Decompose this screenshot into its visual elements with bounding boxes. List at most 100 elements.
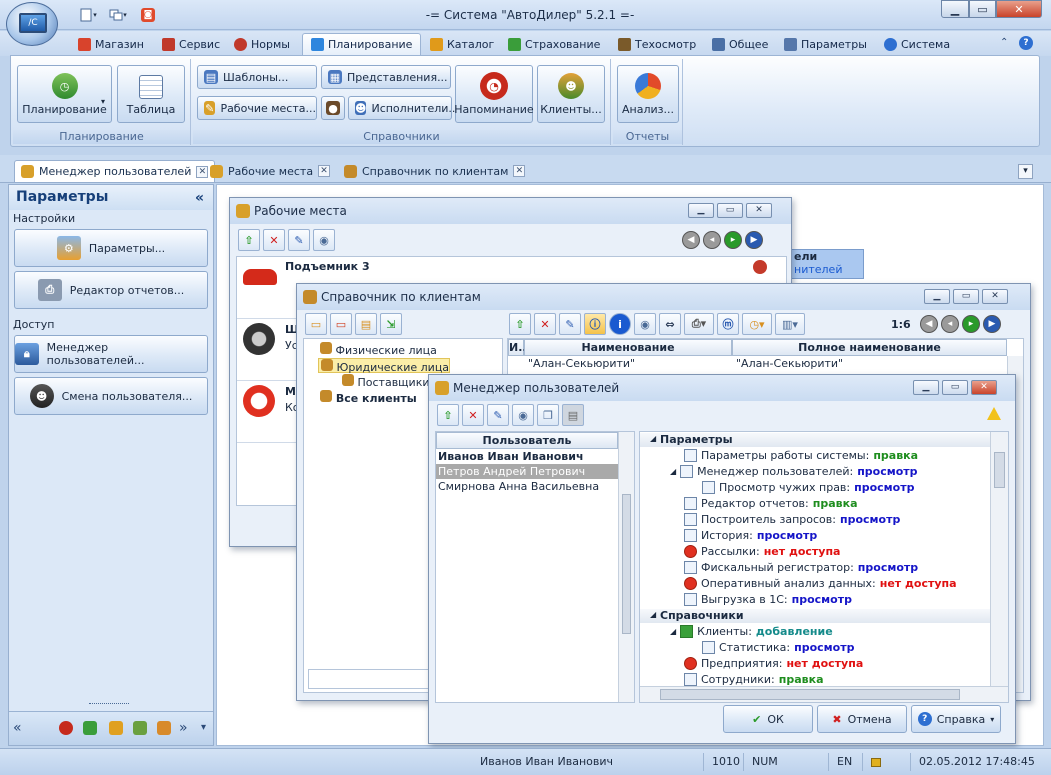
user-row-selected[interactable]: Петров Андрей Петрович bbox=[436, 464, 618, 479]
last-record-icon[interactable]: ▶ bbox=[745, 231, 763, 249]
scroll-right-icon[interactable]: » bbox=[179, 720, 188, 736]
close-window-button[interactable]: ✕ bbox=[746, 203, 772, 218]
perm-item[interactable]: Фискальный регистратор: просмотр bbox=[684, 561, 918, 574]
window-clients-titlebar[interactable]: Справочник по клиентам bbox=[297, 284, 1030, 310]
perm-item[interactable]: Предприятия: нет доступа bbox=[684, 657, 863, 670]
perm-vertical-scrollbar[interactable] bbox=[990, 432, 1008, 686]
help-button[interactable]: ? Справка ▾ bbox=[911, 705, 1001, 733]
perm-item[interactable]: Параметры работы системы: правка bbox=[684, 449, 918, 462]
sidebar-change-user-button[interactable]: ☻ Смена пользователя... bbox=[14, 377, 208, 415]
tab-shop[interactable]: Магазин bbox=[74, 33, 148, 55]
close-window-button[interactable]: ✕ bbox=[971, 380, 997, 395]
clients-small-icon[interactable] bbox=[157, 721, 171, 735]
person-button[interactable]: ● bbox=[321, 96, 345, 120]
sidebar-report-editor-button[interactable]: ⎙ Редактор отчетов... bbox=[14, 271, 208, 309]
scroll-left-icon[interactable]: « bbox=[13, 720, 22, 736]
doc-tab-workplaces[interactable]: Рабочие места ✕ bbox=[204, 160, 336, 182]
expand-icon[interactable]: ◢ bbox=[650, 434, 656, 443]
view-icon[interactable]: ◉ bbox=[512, 404, 534, 426]
paste-icon[interactable]: ▤ bbox=[562, 404, 584, 426]
perm-section-refs[interactable]: Справочники bbox=[640, 609, 990, 623]
perm-item[interactable]: Выгрузка в 1С: просмотр bbox=[684, 593, 852, 606]
expand-icon[interactable]: ◢ bbox=[650, 610, 656, 619]
tab-catalog[interactable]: Каталог bbox=[426, 33, 498, 55]
windows-icon[interactable]: ▾ bbox=[108, 7, 128, 23]
perm-item[interactable]: Сотрудники: правка bbox=[684, 673, 824, 686]
tab-insurance[interactable]: Страхование bbox=[504, 33, 604, 55]
next-record-icon[interactable]: ▸ bbox=[724, 231, 742, 249]
user-row[interactable]: Смирнова Анна Васильевна bbox=[436, 479, 618, 494]
perm-item[interactable]: ◢ Менеджер пользователей: просмотр bbox=[670, 465, 918, 478]
edit-icon[interactable]: ✎ bbox=[288, 229, 310, 251]
delete-icon[interactable]: ✕ bbox=[534, 313, 556, 335]
perm-item[interactable]: Рассылки: нет доступа bbox=[684, 545, 840, 558]
first-record-icon[interactable]: ◀ bbox=[682, 231, 700, 249]
reminder-small-icon[interactable] bbox=[59, 721, 73, 735]
view-icon[interactable]: ◉ bbox=[313, 229, 335, 251]
next-record-icon[interactable]: ▸ bbox=[962, 315, 980, 333]
minimize-window-button[interactable]: ▁ bbox=[688, 203, 714, 218]
column-header-fullname[interactable]: Полное наименование bbox=[732, 339, 1007, 356]
analysis-button[interactable]: Анализ... bbox=[617, 65, 679, 123]
find-icon[interactable]: ⓜ bbox=[717, 313, 739, 335]
executors-button[interactable]: ☻ Исполнители... bbox=[348, 96, 459, 120]
user-row[interactable]: Иванов Иван Иванович bbox=[436, 449, 618, 464]
column-header-name[interactable]: Наименование bbox=[524, 339, 732, 356]
maximize-window-button[interactable]: ▭ bbox=[953, 289, 979, 304]
tabs-dropdown-icon[interactable]: ▾ bbox=[1018, 164, 1033, 179]
add-user-icon[interactable]: ⇧ bbox=[437, 404, 459, 426]
grid-cell-name[interactable]: "Алан-Секьюрити" bbox=[526, 356, 635, 371]
tab-service[interactable]: Сервис bbox=[158, 33, 224, 55]
minimize-window-button[interactable]: ▁ bbox=[924, 289, 950, 304]
app-menu-button[interactable]: /C bbox=[6, 2, 58, 46]
last-record-icon[interactable]: ▶ bbox=[983, 315, 1001, 333]
reminder-button[interactable]: ◔ Напоминание bbox=[454, 65, 534, 123]
exit-icon[interactable]: ◙ bbox=[138, 7, 158, 23]
service-small-icon[interactable] bbox=[83, 721, 97, 735]
perm-item[interactable]: Редактор отчетов: правка bbox=[684, 497, 858, 510]
sidebar-user-manager-button[interactable]: 🔒︎ Менеджер пользователей... bbox=[14, 335, 208, 373]
add-icon[interactable]: ⇧ bbox=[509, 313, 531, 335]
catalog-small-icon[interactable] bbox=[109, 721, 123, 735]
delete-user-icon[interactable]: ✕ bbox=[462, 404, 484, 426]
doc-tab-user-manager[interactable]: Менеджер пользователей ✕ bbox=[14, 160, 216, 182]
new-doc-icon[interactable]: ▾ bbox=[78, 7, 98, 23]
perm-item[interactable]: Оперативный анализ данных: нет доступа bbox=[684, 577, 957, 590]
cancel-button[interactable]: ✖ Отмена bbox=[817, 705, 907, 733]
tree-node-legal[interactable]: Юридические лица bbox=[318, 358, 451, 374]
move-icon[interactable]: ⇲ bbox=[380, 313, 402, 335]
doc-tab-clients[interactable]: Справочник по клиентам ✕ bbox=[338, 160, 531, 182]
more-icon[interactable]: ▾ bbox=[201, 722, 206, 733]
edit-user-icon[interactable]: ✎ bbox=[487, 404, 509, 426]
users-scrollbar[interactable] bbox=[618, 432, 634, 702]
print-icon[interactable]: ⎙▾ bbox=[684, 313, 714, 335]
columns-icon[interactable]: ⇔ bbox=[659, 313, 681, 335]
tab-inspection[interactable]: Техосмотр bbox=[614, 33, 700, 55]
perm-section-params[interactable]: Параметры bbox=[640, 433, 990, 447]
close-tab-icon[interactable]: ✕ bbox=[513, 165, 526, 177]
perm-item[interactable]: Построитель запросов: просмотр bbox=[684, 513, 900, 526]
close-tab-icon[interactable]: ✕ bbox=[318, 165, 331, 177]
grid-cell-fullname[interactable]: "Алан-Секьюрити" bbox=[734, 356, 843, 371]
expand-icon[interactable]: ◢ bbox=[670, 467, 676, 476]
splitter-handle[interactable] bbox=[89, 703, 129, 707]
workplaces-button[interactable]: ✎ Рабочие места... bbox=[197, 96, 317, 120]
copy-icon[interactable]: ❐ bbox=[537, 404, 559, 426]
maximize-window-button[interactable]: ▭ bbox=[717, 203, 743, 218]
column-header-i[interactable]: И.. bbox=[508, 339, 527, 356]
close-window-button[interactable]: ✕ bbox=[982, 289, 1008, 304]
filter-icon[interactable]: ⓘ bbox=[584, 313, 606, 335]
perm-item[interactable]: История: просмотр bbox=[684, 529, 817, 542]
close-button[interactable]: ✕ bbox=[996, 0, 1042, 18]
minimize-window-button[interactable]: ▁ bbox=[913, 380, 939, 395]
insurance-small-icon[interactable] bbox=[133, 721, 147, 735]
perm-horizontal-scrollbar[interactable] bbox=[640, 686, 1008, 702]
users-list-header[interactable]: Пользователь bbox=[436, 432, 618, 449]
tab-general[interactable]: Общее bbox=[708, 33, 772, 55]
edit-icon[interactable]: ✎ bbox=[559, 313, 581, 335]
help-icon[interactable]: ? bbox=[1019, 36, 1033, 50]
info-icon[interactable]: i bbox=[609, 313, 631, 335]
tab-norms[interactable]: Нормы bbox=[230, 33, 294, 55]
clients-button[interactable]: ☻ Клиенты... bbox=[537, 65, 605, 123]
prev-record-icon[interactable]: ◂ bbox=[703, 231, 721, 249]
